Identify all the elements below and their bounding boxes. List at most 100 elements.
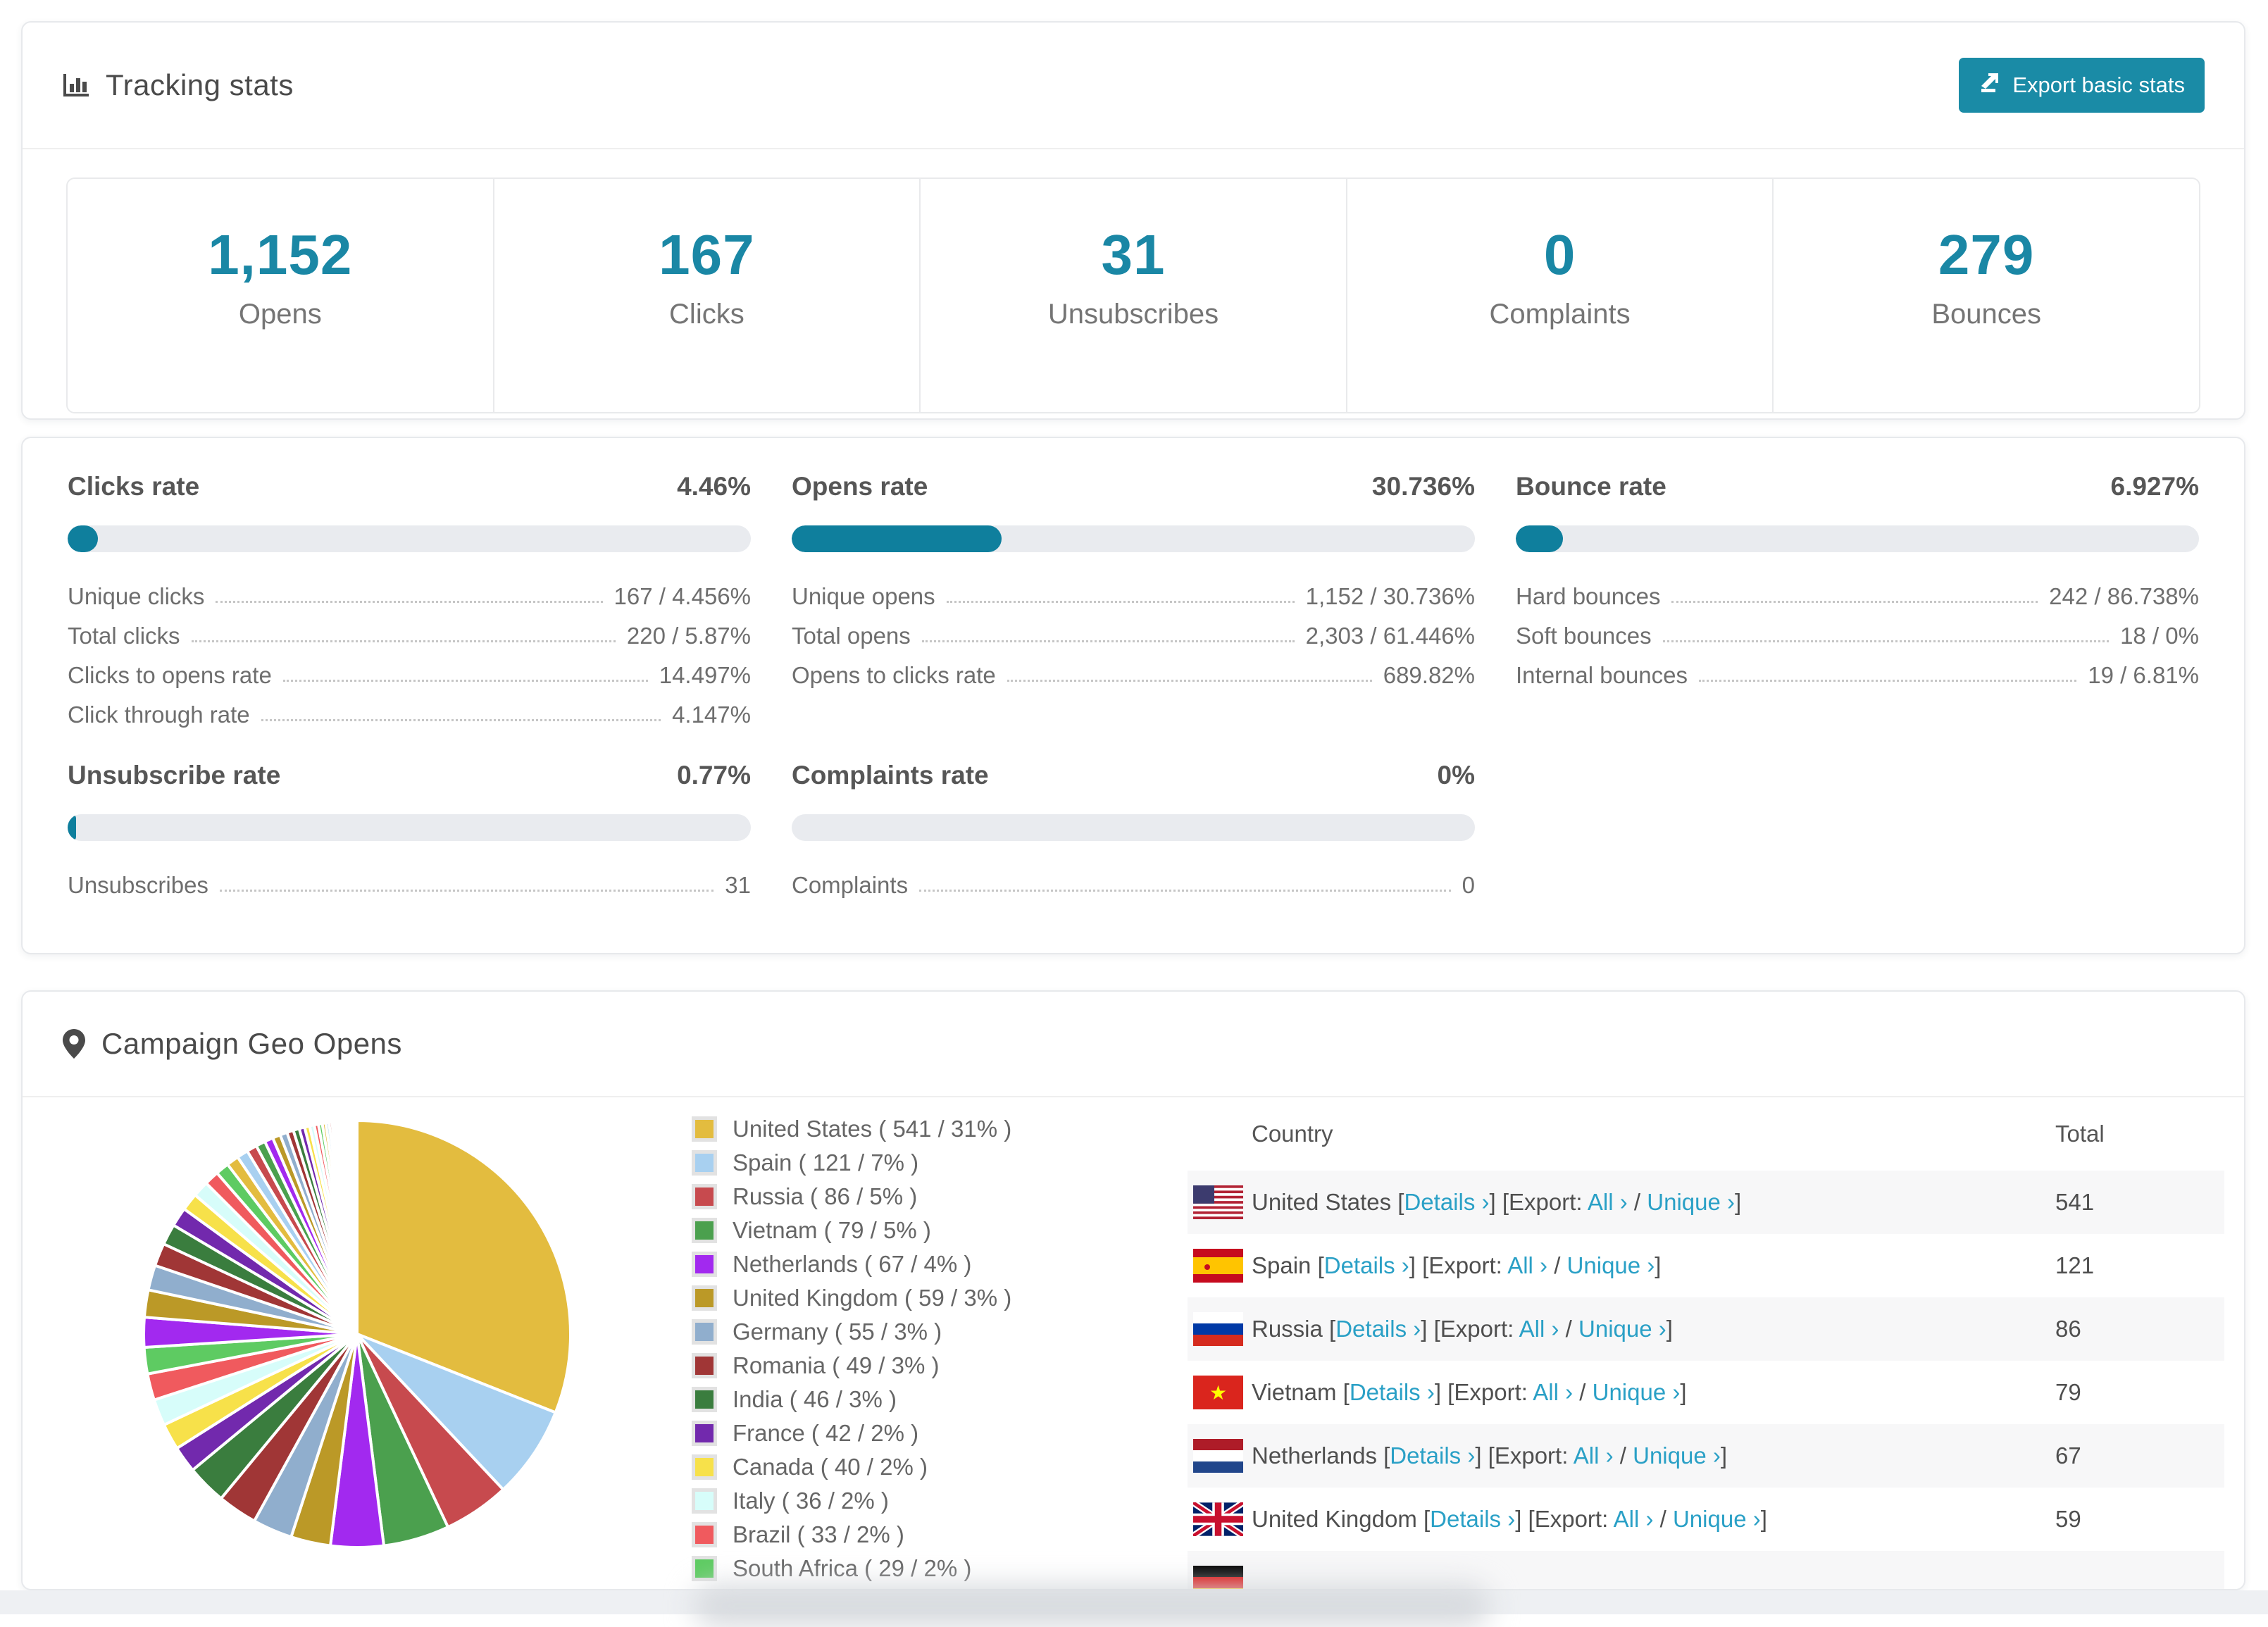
- progress-bar: [792, 814, 1475, 841]
- rate-detail-value: 167 / 4.456%: [613, 583, 752, 609]
- legend-item: Vietnam ( 79 / 5% ): [692, 1217, 1185, 1244]
- geo-card-title: Campaign Geo Opens: [101, 1027, 402, 1060]
- bottom-shadow-blob: [694, 1585, 1490, 1627]
- bracket: [: [1342, 1379, 1350, 1405]
- rate-detail-value: 14.497%: [659, 662, 751, 688]
- legend-item: Romania ( 49 / 3% ): [692, 1352, 1185, 1379]
- legend-item: France ( 42 / 2% ): [692, 1420, 1185, 1447]
- legend-label: United Kingdom ( 59 / 3% ): [733, 1285, 1012, 1311]
- details-link[interactable]: Details ›: [1324, 1252, 1409, 1278]
- bracket: ] [: [1434, 1379, 1454, 1405]
- export-prefix: Export:: [1509, 1189, 1583, 1215]
- stat-cell: 0 Complaints: [1345, 179, 1773, 412]
- rate-detail-label: Total clicks: [68, 623, 180, 649]
- export-prefix: Export:: [1534, 1506, 1609, 1532]
- rate-detail-row: Soft bounces 18 / 0%: [1516, 610, 2199, 649]
- rate-detail-label: Internal bounces: [1516, 662, 1688, 688]
- legend-label: Vietnam ( 79 / 5% ): [733, 1217, 931, 1243]
- map-pin-icon: [62, 1028, 86, 1059]
- rate-title: Opens rate: [792, 472, 928, 501]
- country-flag-icon: [1193, 1439, 1243, 1473]
- bracket: ] [: [1409, 1252, 1429, 1278]
- dotted-leader: [1007, 680, 1372, 682]
- export-all-link[interactable]: All ›: [1507, 1252, 1547, 1278]
- rate-detail-rows: Hard bounces 242 / 86.738% Soft bounces …: [1516, 571, 2199, 689]
- export-unique-link[interactable]: Unique ›: [1593, 1379, 1681, 1405]
- dotted-leader: [282, 680, 648, 682]
- export-all-link[interactable]: All ›: [1519, 1316, 1559, 1342]
- rate-title: Complaints rate: [792, 761, 989, 790]
- legend-swatch: [692, 1252, 717, 1277]
- legend-swatch: [692, 1184, 717, 1209]
- table-row: ★ Vietnam [Details ›] [Export: All › / U…: [1188, 1361, 2224, 1424]
- details-link[interactable]: Details ›: [1390, 1442, 1475, 1469]
- stat-label: Opens: [238, 299, 322, 330]
- legend-swatch: [692, 1150, 717, 1176]
- pie-slice[interactable]: [355, 1119, 359, 1335]
- export-all-link[interactable]: All ›: [1614, 1506, 1654, 1532]
- legend-swatch: [692, 1454, 717, 1480]
- export-unique-link[interactable]: Unique ›: [1633, 1442, 1721, 1469]
- bracket: ]: [1680, 1379, 1687, 1405]
- legend-item: Canada ( 40 / 2% ): [692, 1454, 1185, 1480]
- rate-detail-row: Hard bounces 242 / 86.738%: [1516, 571, 2199, 610]
- rate-detail-row: Total clicks 220 / 5.87%: [68, 610, 751, 649]
- dotted-leader: [919, 890, 1451, 892]
- export-all-link[interactable]: All ›: [1588, 1189, 1628, 1215]
- details-link[interactable]: Details ›: [1404, 1189, 1489, 1215]
- dotted-leader: [216, 601, 603, 603]
- country-flag-icon: ★: [1193, 1376, 1243, 1409]
- dotted-leader: [219, 890, 714, 892]
- page-title: Tracking stats: [106, 68, 294, 101]
- export-unique-link[interactable]: Unique ›: [1578, 1316, 1666, 1342]
- stat-value: 0: [1543, 223, 1576, 286]
- rate-detail-value: 2,303 / 61.446%: [1305, 623, 1475, 649]
- export-button-label: Export basic stats: [2012, 73, 2185, 97]
- legend-item: Russia ( 86 / 5% ): [692, 1183, 1185, 1210]
- geo-card-header: Campaign Geo Opens: [23, 992, 2244, 1097]
- geo-table: Country Total United States [Details ›] …: [1188, 1097, 2224, 1589]
- table-row: Netherlands [Details ›] [Export: All › /…: [1188, 1424, 2224, 1488]
- bracket: ]: [1666, 1316, 1673, 1342]
- export-all-link[interactable]: All ›: [1533, 1379, 1573, 1405]
- rate-block: Unsubscribe rate 0.77% Unsubscribes 31: [68, 761, 751, 899]
- legend-swatch: [692, 1488, 717, 1514]
- country-cell: United Kingdom [Details ›] [Export: All …: [1252, 1506, 2055, 1533]
- export-unique-link[interactable]: Unique ›: [1647, 1189, 1735, 1215]
- details-link[interactable]: Details ›: [1335, 1316, 1421, 1342]
- stat-value: 1,152: [208, 223, 353, 286]
- stat-cell: 31 Unsubscribes: [919, 179, 1346, 412]
- bracket: [: [1317, 1252, 1324, 1278]
- rate-value: 6.927%: [2110, 472, 2200, 501]
- details-link[interactable]: Details ›: [1430, 1506, 1515, 1532]
- legend-item: Italy ( 36 / 2% ): [692, 1488, 1185, 1514]
- bracket: [: [1423, 1506, 1431, 1532]
- geo-pie-chart[interactable]: [23, 1097, 692, 1572]
- rate-detail-row: Unique clicks 167 / 4.456%: [68, 571, 751, 610]
- export-unique-link[interactable]: Unique ›: [1567, 1252, 1655, 1278]
- total-cell: 67: [2055, 1442, 2081, 1469]
- country-cell: United States [Details ›] [Export: All ›…: [1252, 1189, 2055, 1216]
- table-row: Spain [Details ›] [Export: All › / Uniqu…: [1188, 1234, 2224, 1297]
- details-link[interactable]: Details ›: [1350, 1379, 1435, 1405]
- slash: /: [1559, 1316, 1579, 1342]
- export-basic-stats-button[interactable]: Export basic stats: [1959, 58, 2205, 113]
- rate-block: Bounce rate 6.927% Hard bounces 242 / 86…: [1516, 472, 2199, 728]
- country-column-header: Country: [1252, 1121, 1333, 1147]
- legend-swatch: [692, 1319, 717, 1345]
- rate-detail-rows: Unsubscribes 31: [68, 859, 751, 899]
- rate-detail-row: Complaints 0: [792, 859, 1475, 899]
- export-prefix: Export:: [1440, 1316, 1514, 1342]
- export-all-link[interactable]: All ›: [1574, 1442, 1614, 1469]
- bracket: [: [1329, 1316, 1336, 1342]
- rate-detail-label: Unsubscribes: [68, 872, 208, 898]
- rate-detail-row: Unsubscribes 31: [68, 859, 751, 899]
- rate-detail-label: Opens to clicks rate: [792, 662, 996, 688]
- rate-detail-label: Unique opens: [792, 583, 935, 609]
- stats-summary-row: 1,152 Opens 167 Clicks 31 Unsubscribes 0…: [66, 177, 2200, 413]
- bracket: ]: [1735, 1189, 1742, 1215]
- export-unique-link[interactable]: Unique ›: [1673, 1506, 1761, 1532]
- rate-detail-rows: Unique clicks 167 / 4.456% Total clicks …: [68, 571, 751, 728]
- export-prefix: Export:: [1428, 1252, 1502, 1278]
- stat-label: Clicks: [669, 299, 744, 330]
